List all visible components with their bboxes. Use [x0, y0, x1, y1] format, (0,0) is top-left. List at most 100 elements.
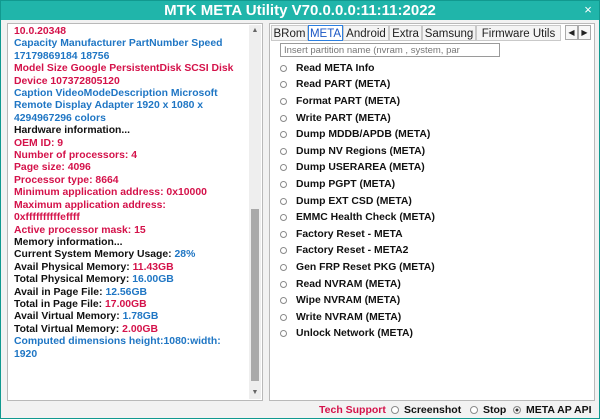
option-radio[interactable] [280, 64, 287, 72]
option-radio[interactable] [280, 97, 287, 105]
memory-line: Total in Page File: 17.00GB [14, 299, 244, 311]
stop-option[interactable]: Stop [470, 403, 506, 417]
screenshot-radio[interactable] [391, 406, 399, 414]
title-bar: MTK META Utility V70.0.0.0:11:11:2022 × [1, 1, 599, 20]
memory-label: Total Virtual Memory: [14, 323, 123, 335]
meta-option[interactable]: Dump NV Regions (META) [280, 143, 435, 160]
log-line: 0xffffffffffeffff [14, 212, 80, 224]
log-line: Memory information... [14, 236, 123, 248]
option-label: Dump USERAREA (META) [296, 162, 425, 174]
option-radio[interactable] [280, 297, 287, 305]
memory-line: Total Virtual Memory: 2.00GB [14, 324, 244, 336]
log-line: 1920 [14, 348, 38, 360]
tab-prev-icon[interactable]: ◀ [565, 25, 578, 40]
option-label: Read META Info [296, 62, 375, 74]
log-line: Caption VideoModeDescription Microsoft [14, 88, 218, 100]
meta-option[interactable]: Read META Info [280, 60, 435, 77]
option-radio[interactable] [280, 164, 287, 172]
memory-label: Avail Physical Memory: [14, 261, 133, 273]
scroll-up-icon[interactable]: ▲ [249, 25, 261, 37]
meta-option[interactable]: Factory Reset - META [280, 226, 435, 243]
option-radio[interactable] [280, 247, 287, 255]
option-radio[interactable] [280, 280, 287, 288]
scroll-down-icon[interactable]: ▼ [249, 387, 261, 399]
log-line: Processor type: 8664 [14, 174, 119, 186]
memory-line: Avail Physical Memory: 11.43GB [14, 262, 244, 274]
meta-ap-api-label: META AP API [526, 404, 592, 416]
meta-option[interactable]: Write PART (META) [280, 110, 435, 127]
app-window: MTK META Utility V70.0.0.0:11:11:2022 × … [0, 0, 600, 419]
meta-option[interactable]: Dump EXT CSD (META) [280, 193, 435, 210]
memory-label: Avail in Page File: [14, 286, 106, 298]
option-label: Unlock Network (META) [296, 328, 413, 340]
option-radio[interactable] [280, 114, 287, 122]
option-radio[interactable] [280, 214, 287, 222]
meta-option[interactable]: Dump USERAREA (META) [280, 160, 435, 177]
meta-option[interactable]: Factory Reset - META2 [280, 243, 435, 260]
log-line: 10.0.20348 [14, 26, 67, 37]
tab-android[interactable]: Android [343, 25, 389, 41]
log-line: Page size: 4096 [14, 162, 91, 174]
memory-label: Total Physical Memory: [14, 274, 133, 286]
option-label: Dump EXT CSD (META) [296, 195, 412, 207]
scroll-thumb[interactable] [251, 209, 259, 381]
option-radio[interactable] [280, 197, 287, 205]
tab-meta[interactable]: META [308, 25, 343, 41]
memory-line: Avail in Page File: 12.56GB [14, 287, 244, 299]
option-radio[interactable] [280, 313, 287, 321]
option-label: Factory Reset - META [296, 228, 403, 240]
meta-ap-api-option[interactable]: META AP API [513, 403, 592, 417]
window-title: MTK META Utility V70.0.0.0:11:11:2022 [164, 2, 436, 19]
option-radio[interactable] [280, 180, 287, 188]
option-radio[interactable] [280, 131, 287, 139]
memory-label: Avail Virtual Memory: [14, 311, 123, 323]
meta-option[interactable]: Unlock Network (META) [280, 326, 435, 343]
meta-option[interactable]: Write NVRAM (META) [280, 309, 435, 326]
tab-samsung[interactable]: Samsung [422, 25, 476, 41]
meta-ap-api-radio[interactable] [513, 406, 521, 414]
option-label: Write NVRAM (META) [296, 311, 402, 323]
meta-option[interactable]: Gen FRP Reset PKG (META) [280, 259, 435, 276]
meta-option[interactable]: Dump MDDB/APDB (META) [280, 126, 435, 143]
option-radio[interactable] [280, 147, 287, 155]
option-label: Dump PGPT (META) [296, 178, 396, 190]
option-radio[interactable] [280, 330, 287, 338]
close-icon[interactable]: × [579, 2, 597, 18]
meta-option[interactable]: Wipe NVRAM (META) [280, 292, 435, 309]
meta-option[interactable]: Dump PGPT (META) [280, 176, 435, 193]
screenshot-option[interactable]: Screenshot [391, 403, 461, 417]
tab-extra[interactable]: Extra [389, 25, 422, 41]
log-line: Remote Display Adapter 1920 x 1080 x [14, 100, 204, 112]
stop-label: Stop [483, 404, 507, 416]
tech-support-link[interactable]: Tech Support [319, 404, 386, 416]
option-radio[interactable] [280, 263, 287, 271]
option-label: Dump MDDB/APDB (META) [296, 129, 431, 141]
meta-option[interactable]: Format PART (META) [280, 93, 435, 110]
log-line: OEM ID: 9 [14, 137, 64, 149]
log-line: Active processor mask: 15 [14, 224, 146, 236]
log-panel: 10.0.20348 Capacity Manufacturer PartNumb… [7, 23, 263, 401]
option-radio[interactable] [280, 81, 287, 89]
option-label: Read PART (META) [296, 79, 391, 91]
memory-line: Current System Memory Usage: 28% [14, 249, 244, 261]
meta-option[interactable]: Read PART (META) [280, 77, 435, 94]
log-line: 4294967296 colors [14, 112, 106, 124]
memory-label: Current System Memory Usage: [14, 249, 175, 261]
memory-value: 11.43GB [132, 261, 174, 273]
option-label: Format PART (META) [296, 95, 401, 107]
bottom-bar: Tech Support Screenshot Stop META AP API [1, 401, 599, 419]
stop-radio[interactable] [470, 406, 478, 414]
memory-value: 16.00GB [132, 274, 174, 286]
option-radio[interactable] [280, 230, 287, 238]
meta-option[interactable]: Read NVRAM (META) [280, 276, 435, 293]
log-line: Number of processors: 4 [14, 150, 137, 162]
meta-option[interactable]: EMMC Health Check (META) [280, 209, 435, 226]
log-scrollbar[interactable]: ▲ ▼ [249, 25, 261, 399]
option-label: Gen FRP Reset PKG (META) [296, 261, 435, 273]
tab-next-icon[interactable]: ▶ [578, 25, 591, 40]
memory-line: Total Physical Memory: 16.00GB [14, 274, 244, 286]
partition-search-input[interactable] [280, 43, 500, 57]
tab-brom[interactable]: BRom [271, 25, 308, 41]
tab-firmware-utils[interactable]: Firmware Utils [476, 25, 561, 41]
log-line: Minimum application address: 0x10000 [14, 187, 207, 199]
